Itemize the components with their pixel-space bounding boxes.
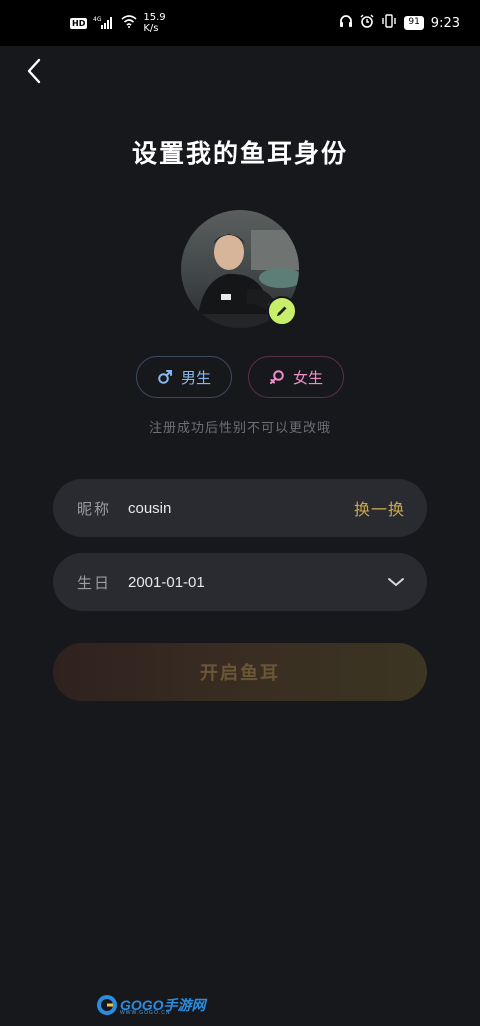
male-symbol-icon — [158, 370, 172, 384]
back-arrow-icon — [27, 58, 41, 84]
page-title: 设置我的鱼耳身份 — [131, 139, 348, 168]
gogo-logo-icon — [97, 995, 117, 1015]
female-label: 女生 — [292, 368, 323, 387]
female-button[interactable]: 女生 — [248, 356, 344, 398]
edit-avatar-button[interactable] — [267, 296, 297, 326]
birthday-label: 生日 — [77, 573, 112, 592]
chevron-down-icon[interactable] — [387, 576, 405, 588]
vibrate-icon — [381, 14, 397, 32]
pencil-icon — [277, 306, 287, 316]
wifi-icon — [121, 15, 137, 31]
male-label: 男生 — [180, 368, 211, 387]
battery-indicator: 91 — [404, 16, 424, 30]
network-speed: 15.9 K/s — [143, 12, 165, 34]
headphones-icon — [339, 14, 353, 32]
birthday-value[interactable]: 2001-01-01 — [128, 574, 387, 591]
status-left: HD 4G 15.9 K/s — [70, 12, 166, 34]
speed-unit: K/s — [143, 23, 159, 34]
male-button[interactable]: 男生 — [136, 356, 232, 398]
watermark-logo: GOGO手游网 WWW.GOGO.CN — [96, 993, 206, 1017]
speed-value: 15.9 — [143, 12, 166, 23]
nickname-input[interactable]: cousin — [128, 500, 354, 517]
back-button[interactable] — [22, 56, 48, 86]
status-right: 91 9:23 — [339, 14, 460, 32]
female-symbol-icon — [269, 370, 284, 384]
status-bar: HD 4G 15.9 K/s 91 9:23 — [0, 0, 480, 46]
network-type: 4G — [93, 16, 102, 23]
alarm-icon — [360, 14, 374, 32]
watermark-url: WWW.GOGO.CN — [120, 1010, 171, 1016]
clock: 9:23 — [430, 15, 460, 31]
hd-badge: HD — [70, 17, 88, 29]
swap-nickname-button[interactable]: 换一换 — [354, 496, 405, 520]
birthday-field[interactable]: 生日 2001-01-01 — [53, 553, 427, 611]
signal-icon: 4G — [93, 15, 115, 32]
start-button[interactable]: 开启鱼耳 — [53, 643, 427, 701]
nickname-field[interactable]: 昵称 cousin 换一换 — [53, 479, 427, 537]
avatar-container[interactable] — [181, 210, 299, 328]
nickname-label: 昵称 — [77, 499, 112, 518]
gender-hint: 注册成功后性别不可以更改哦 — [148, 421, 331, 436]
